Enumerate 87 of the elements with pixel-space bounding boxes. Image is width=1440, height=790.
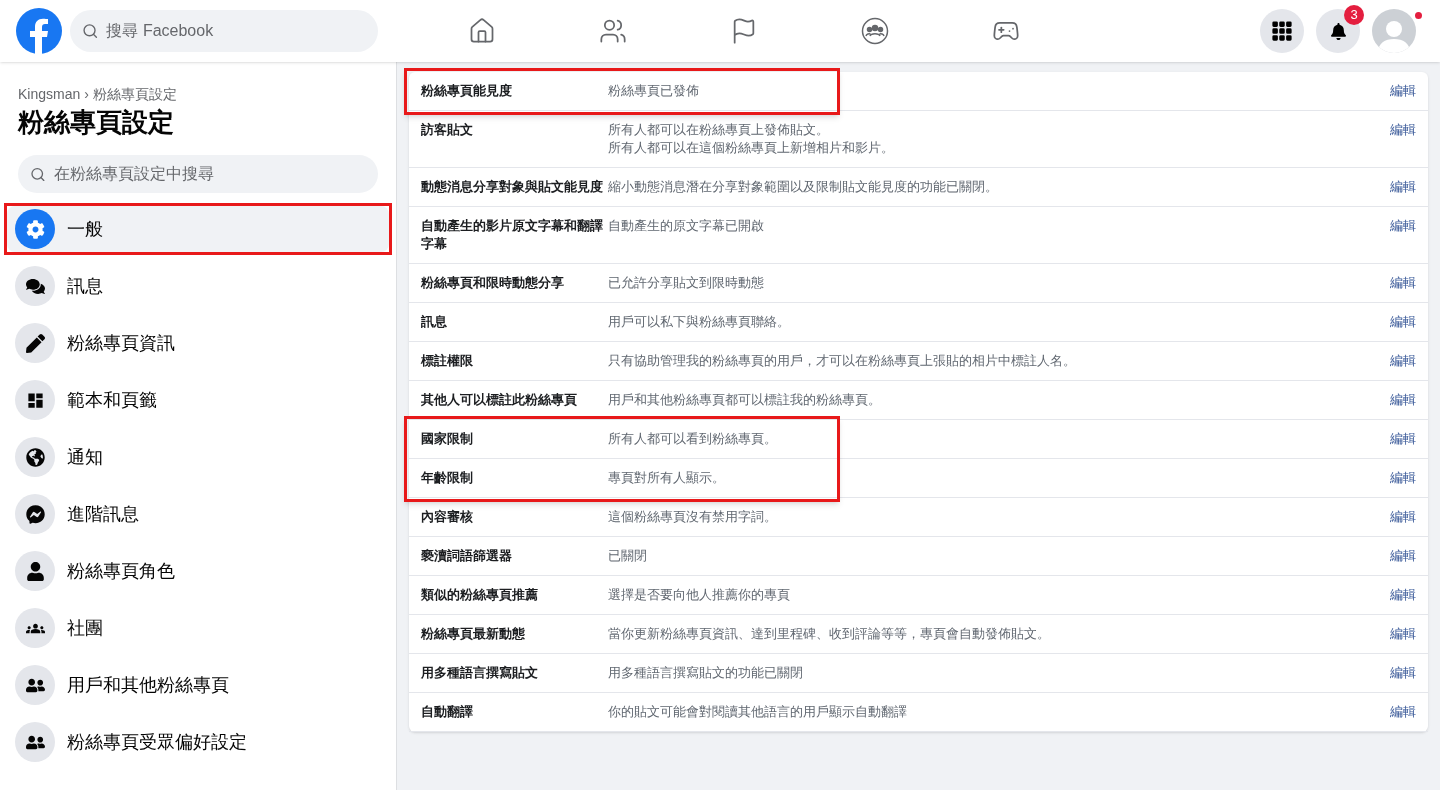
setting-name: 訊息 [421, 313, 448, 331]
search-field[interactable]: 搜尋 Facebook [70, 10, 378, 52]
edit-link[interactable]: 編輯 [1390, 274, 1416, 292]
setting-value: 用戶和其他粉絲專頁都可以標註我的粉絲專頁。 [608, 391, 882, 409]
setting-name: 用多種語言撰寫貼文 [421, 664, 539, 682]
globe-icon [15, 437, 55, 477]
sidebar-item[interactable]: 進階訊息 [7, 491, 389, 537]
setting-name: 標註權限 [421, 352, 474, 370]
sidebar-item[interactable]: 粉絲專頁資訊 [7, 320, 389, 366]
grid-icon [1271, 20, 1293, 42]
setting-value: 當你更新粉絲專頁資訊、達到里程碑、收到評論等等，專頁會自動發佈貼文。 [608, 625, 1051, 643]
setting-value: 只有協助管理我的粉絲專頁的用戶，才可以在粉絲專頁上張貼的相片中標註人名。 [608, 352, 1077, 370]
setting-value: 所有人都可以看到粉絲專頁。 [608, 430, 778, 448]
setting-name: 褻瀆詞語篩選器 [421, 547, 513, 565]
setting-value: 這個粉絲專頁沒有禁用字詞。 [608, 508, 778, 526]
setting-value: 縮小動態消息潛在分享對象範圍以及限制貼文能見度的功能已關閉。 [608, 178, 999, 196]
edit-link[interactable]: 編輯 [1390, 352, 1416, 370]
setting-value: 自動產生的原文字幕已開啟 [608, 217, 765, 235]
edit-link[interactable]: 編輯 [1390, 625, 1416, 643]
menu-button[interactable] [1260, 9, 1304, 53]
setting-value: 專頁對所有人顯示。 [608, 469, 726, 487]
breadcrumb-current: 粉絲專頁設定 [92, 85, 177, 104]
edit-link[interactable]: 編輯 [1390, 508, 1416, 526]
edit-link[interactable]: 編輯 [1390, 547, 1416, 565]
setting-value: 已允許分享貼文到限時動態 [608, 274, 765, 292]
setting-value: 所有人都可以在這個粉絲專頁上新增相片和影片。 [608, 139, 895, 157]
edit-link[interactable]: 編輯 [1390, 664, 1416, 682]
setting-name: 年齡限制 [421, 469, 474, 487]
people-icon [598, 17, 627, 45]
sidebar-item[interactable]: 粉絲專頁角色 [7, 548, 389, 594]
setting-name: 其他人可以標註此粉絲專頁 [421, 391, 578, 409]
group-icon [15, 608, 55, 648]
group-icon [860, 17, 889, 45]
setting-name: 動態消息分享對象與貼文能見度 [421, 178, 604, 196]
sidebar-item[interactable]: 一般 [7, 206, 389, 252]
people-icon [15, 722, 55, 762]
bell-icon [1329, 22, 1347, 40]
setting-name: 粉絲專頁最新動態 [421, 625, 526, 643]
sidebar-title: 粉絲專頁設定 [16, 106, 175, 139]
edit-link[interactable]: 編輯 [1390, 82, 1416, 100]
sidebar-item[interactable]: 訊息 [7, 263, 389, 309]
logo-icon[interactable] [16, 8, 62, 54]
sidebar-item[interactable]: 粉絲專頁受眾偏好設定 [7, 719, 389, 765]
sidebar-item[interactable]: 通知 [7, 434, 389, 480]
setting-name: 粉絲專頁和限時動態分享 [421, 274, 565, 292]
edit-link[interactable]: 編輯 [1390, 313, 1416, 331]
chat-bubbles-icon [15, 266, 55, 306]
settings-search-input[interactable]: 在粉絲專頁設定中搜尋 [53, 162, 366, 186]
edit-link[interactable]: 編輯 [1390, 391, 1416, 409]
edit-link[interactable]: 編輯 [1390, 430, 1416, 448]
grid-icon [15, 380, 55, 420]
setting-name: 自動產生的影片原文字幕和翻譯字幕 [421, 217, 604, 253]
search-input[interactable]: 搜尋 Facebook [106, 19, 366, 43]
edit-link[interactable]: 編輯 [1390, 469, 1416, 487]
people-icon [15, 665, 55, 705]
sidebar-item[interactable]: 用戶和其他粉絲專頁 [7, 662, 389, 708]
settings-search-field[interactable]: 在粉絲專頁設定中搜尋 [18, 155, 378, 193]
setting-name: 類似的粉絲專頁推薦 [421, 586, 539, 604]
breadcrumb-link[interactable]: Kingsman [18, 84, 81, 105]
setting-name: 訪客貼文 [421, 121, 474, 139]
setting-value: 已關閉 [608, 547, 648, 565]
search-icon [82, 22, 99, 40]
setting-value: 用多種語言撰寫貼文的功能已關閉 [608, 664, 804, 682]
setting-value: 選擇是否要向他人推薦你的專頁 [608, 586, 791, 604]
edit-link[interactable]: 編輯 [1390, 703, 1416, 721]
person-icon [15, 551, 55, 591]
setting-name: 自動翻譯 [421, 703, 474, 721]
search-icon [30, 165, 46, 183]
settings-icon [15, 209, 55, 249]
notification-badge: 3 [1344, 5, 1364, 25]
sidebar-item[interactable]: 範本和頁籤 [7, 377, 389, 423]
sidebar-item[interactable]: 社團 [7, 605, 389, 651]
edit-link[interactable]: 編輯 [1390, 121, 1416, 139]
pencil-icon [15, 323, 55, 363]
setting-value: 用戶可以私下與粉絲專頁聯絡。 [608, 313, 791, 331]
setting-value: 你的貼文可能會對閱讀其他語言的用戶顯示自動翻譯 [608, 703, 908, 721]
edit-link[interactable]: 編輯 [1390, 178, 1416, 196]
edit-link[interactable]: 編輯 [1390, 217, 1416, 235]
messenger-icon [15, 494, 55, 534]
breadcrumb-separator: › [84, 85, 89, 104]
edit-link[interactable]: 編輯 [1390, 586, 1416, 604]
avatar[interactable] [1372, 9, 1416, 53]
setting-name: 內容審核 [421, 508, 474, 526]
setting-value: 所有人都可以在粉絲專頁上發佈貼文。 [608, 121, 830, 139]
setting-name: 國家限制 [421, 430, 474, 448]
setting-name: 粉絲專頁能見度 [421, 82, 513, 100]
setting-value: 粉絲專頁已發佈 [608, 82, 700, 100]
